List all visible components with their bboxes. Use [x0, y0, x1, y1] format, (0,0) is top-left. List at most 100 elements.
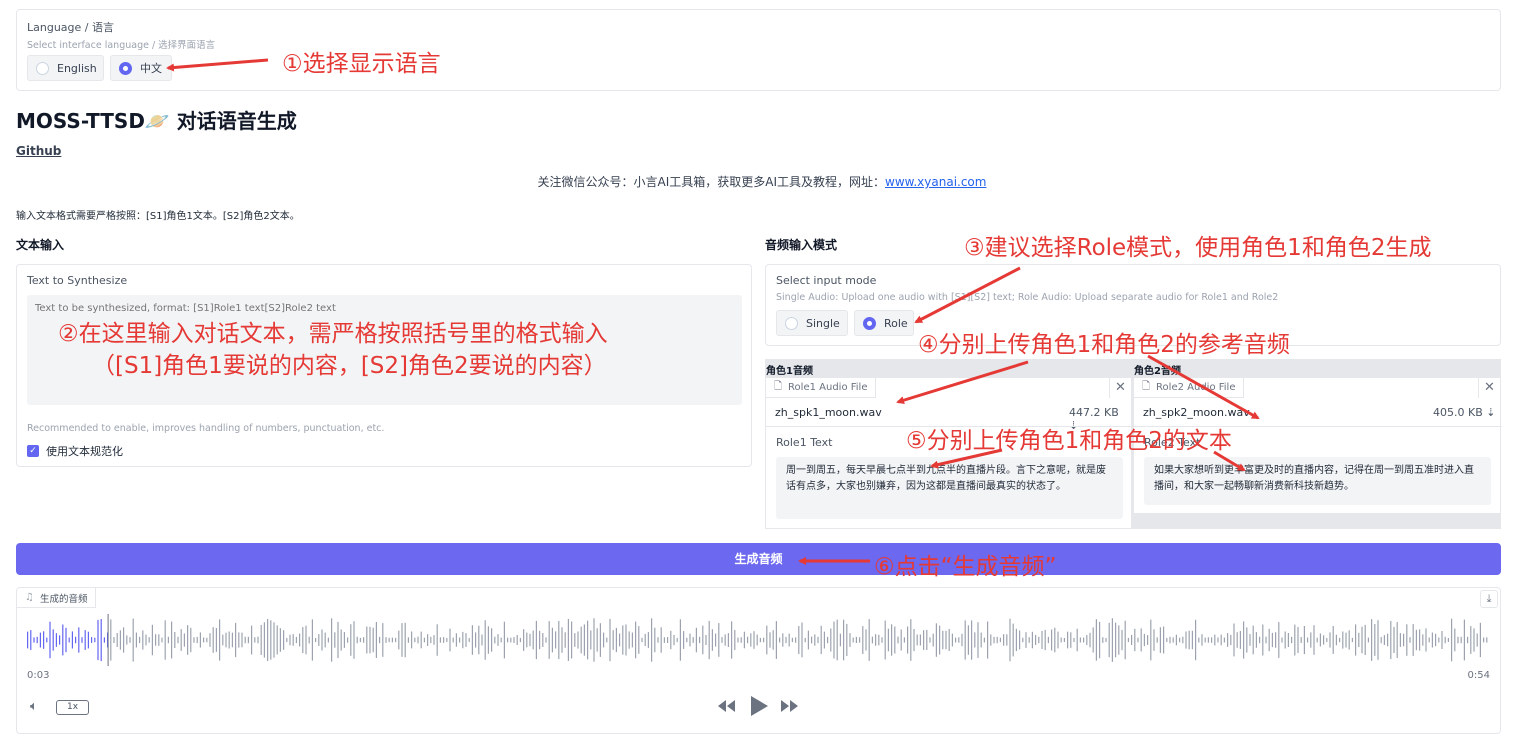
waveform-bar [196, 636, 198, 644]
waveform-bar [596, 628, 598, 652]
waveform-bar [964, 620, 966, 660]
waveform-bar [1271, 632, 1273, 648]
forward-button[interactable] [779, 698, 799, 717]
waveform-bar [46, 637, 48, 643]
waveform-bar [1095, 619, 1097, 661]
waveform-bar [350, 624, 352, 656]
waveform-bar [859, 637, 861, 643]
role2-text-field[interactable]: 如果大家想听到更丰富更及时的直播内容，记得在周一到周五准时进入直播间，和大家一起… [1144, 457, 1491, 505]
waveform-bar [798, 626, 800, 655]
waveform-bar [535, 620, 537, 660]
download-button[interactable]: ⤓ [1480, 590, 1498, 608]
waveform-bar [1035, 634, 1037, 645]
role1-clear-button[interactable]: ✕ [1109, 378, 1131, 398]
waveform-bar [539, 630, 541, 650]
waveform-bar [385, 637, 387, 643]
checkbox-checked-icon: ✓ [27, 445, 39, 457]
waveform-bar [254, 637, 256, 643]
waveform-bar [193, 637, 195, 643]
waveform-bar [1406, 624, 1408, 656]
waveform-bar [564, 632, 566, 648]
rewind-button[interactable] [717, 698, 737, 717]
waveform-bar [55, 633, 57, 647]
waveform-bar [471, 625, 473, 655]
language-option-chinese[interactable]: 中文 [110, 55, 172, 81]
waveform-bar [1233, 623, 1235, 657]
waveform-bar [235, 622, 237, 658]
waveform-bar [142, 630, 144, 650]
normalize-label: 使用文本规范化 [46, 445, 123, 458]
waveform-bar [1377, 620, 1379, 660]
waveform-bar [951, 633, 953, 647]
waveform-bar [132, 618, 134, 662]
waveform-bar [1220, 634, 1222, 646]
waveform-bar [455, 633, 457, 647]
waveform-bar [62, 624, 64, 656]
waveform-bar [1134, 628, 1136, 652]
waveform-bar [52, 629, 54, 651]
waveform-bar [251, 625, 253, 655]
waveform-bar [468, 638, 470, 643]
waveform-bar [1227, 633, 1229, 647]
waveform-bar [449, 628, 451, 652]
waveform-bar [663, 637, 665, 643]
waveform-bar [276, 625, 278, 655]
mode-option-single[interactable]: Single [776, 310, 848, 336]
waveform-bar [123, 627, 125, 653]
waveform-bar [267, 619, 269, 661]
waveform-bar [647, 632, 649, 648]
generate-audio-button[interactable]: 生成音频 [16, 543, 1501, 575]
language-option-english[interactable]: English [27, 55, 104, 81]
volume-button[interactable]: 🔈︎ [30, 699, 38, 714]
role2-clear-button[interactable]: ✕ [1478, 378, 1500, 398]
waveform-bar [756, 634, 758, 646]
waveform-bar [868, 619, 870, 661]
waveform-bar [203, 637, 205, 643]
waveform-bar [990, 634, 992, 646]
waveform-bar [1211, 637, 1213, 643]
waveform-bar [619, 633, 621, 647]
waveform-bar [734, 629, 736, 651]
waveform-bar [987, 621, 989, 659]
waveform-bar [971, 620, 973, 660]
waveform-bar [1182, 636, 1184, 644]
github-link[interactable]: Github [16, 144, 61, 158]
waveform-bar [260, 624, 262, 655]
waveform-bar [1041, 630, 1043, 649]
role2-file-size[interactable]: 405.0 KB ⇣ [1433, 406, 1495, 419]
waveform-bar [164, 620, 166, 660]
waveform-bar [231, 632, 233, 648]
waveform-bar [753, 631, 755, 649]
audio-waveform[interactable] [27, 614, 1492, 666]
role1-text-field[interactable]: 周一到周五，每天早晨七点半到九点半的直播片段。言下之意呢，就是废话有点多，大家也… [776, 457, 1123, 519]
waveform-bar [628, 631, 630, 649]
waveform-bar [615, 627, 617, 653]
waveform-bar [855, 636, 857, 643]
playhead[interactable] [107, 614, 109, 666]
file-icon: 🗋 [1142, 381, 1151, 392]
waveform-bar [1009, 618, 1011, 662]
waveform-bar [519, 637, 521, 643]
waveform-bar [247, 636, 249, 644]
waveform-bar [887, 628, 889, 652]
waveform-bar [897, 636, 899, 644]
role1-file-name[interactable]: zh_spk1_moon.wav [775, 406, 882, 419]
waveform-bar [1089, 632, 1091, 648]
normalize-hint: Recommended to enable, improves handling… [27, 423, 385, 434]
website-link[interactable]: www.xyanai.com [885, 175, 986, 189]
playback-speed-button[interactable]: 1x [56, 700, 89, 715]
waveform-bar [967, 625, 969, 655]
mode-option-role[interactable]: Role [854, 310, 914, 336]
waveform-bar [1022, 637, 1024, 643]
play-button[interactable] [749, 695, 769, 720]
waveform-bar [372, 627, 374, 653]
waveform-bar [775, 621, 777, 659]
waveform-bar [379, 636, 381, 644]
normalize-checkbox[interactable]: ✓ 使用文本规范化 [27, 443, 123, 459]
waveform-bar [1006, 634, 1008, 646]
waveform-bar [929, 637, 931, 643]
role2-file-name[interactable]: zh_spk2_moon.wav [1143, 406, 1250, 419]
waveform-bar [583, 624, 585, 656]
waveform-bar [657, 637, 659, 643]
waveform-bar [43, 631, 45, 649]
